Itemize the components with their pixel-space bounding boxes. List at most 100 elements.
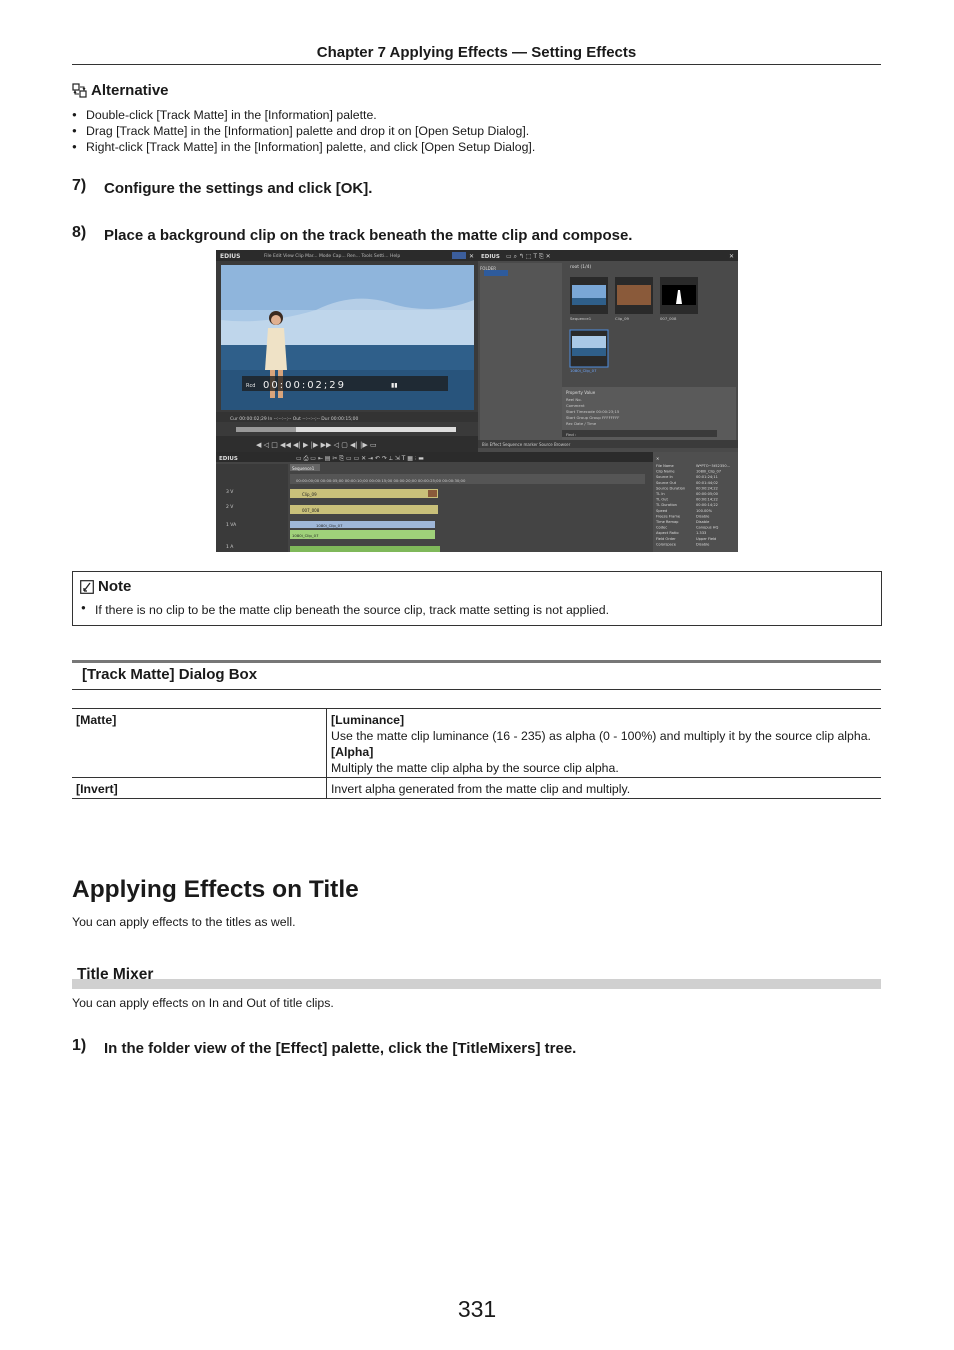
svg-text:Cur 00:00:02;29 In --:--:--;: Cur 00:00:02;29 In --:--:--;-- Out --:--… [230,416,358,422]
rec-label: Rcd [246,383,255,389]
info-property: TL Out [655,498,668,502]
alternative-list: Double-click [Track Matte] in the [Infor… [72,107,872,155]
svg-text:EDIUS: EDIUS [219,456,238,462]
info-value: 1080i_Clip_07 [696,470,721,474]
info-value: Disable [696,520,710,524]
info-value: 1.333 [696,531,706,535]
svg-text:✕: ✕ [729,253,734,260]
info-property: Aspect Ratio [656,531,679,535]
alternative-title: Alternative [91,82,169,99]
info-value: 00:00:14;22 [696,503,718,507]
svg-text:Start Group Group FFFFFFFF: Start Group Group FFFFFFFF [566,415,620,420]
info-property: Source In [656,475,673,479]
sequence-tab: Sequence1 [292,466,315,471]
step-text: In the folder view of the [Effect] palet… [104,1040,577,1057]
info-value: 00:00:05;00 [696,492,719,496]
palette-tabs: Bin Effect Sequence marker Source Browse… [482,442,571,447]
bin-title: root (1/4) [570,264,591,270]
info-property: Freeze Frame [656,514,681,518]
chapter-header: Chapter 7 Applying Effects — Setting Eff… [316,44,637,61]
svg-text:▭ ⎙ ▭ ⇤ ▤ ✂ ⎘ ▭ ▭ ✕ ⇥ ↶ ↷ ⟂ ⇲: ▭ ⎙ ▭ ⇤ ▤ ✂ ⎘ ▭ ▭ ✕ ⇥ ↶ ↷ ⟂ ⇲ T ▦ ⫶ ▬ [296,455,424,462]
note-icon [80,579,94,594]
info-property: TL In [655,492,665,496]
svg-text:1080i_Clip_07: 1080i_Clip_07 [292,533,319,538]
option-label: [Alpha] [331,745,374,759]
info-property: File Name [656,464,675,468]
svg-text:◀ ◁ □ ◀◀ ◀| ▶ |▶ ▶▶ ◁: ◀ ◁ □ ◀◀ ◀| ▶ |▶ ▶▶ ◁ ▢ ◀| |▶ ▭ [256,441,377,449]
info-value: 00:01:24;11 [696,475,718,479]
info-property: TL Duration [655,503,677,507]
info-property: Colorspace [656,542,677,546]
info-property: Clip Name [656,470,675,474]
svg-text:007_008: 007_008 [660,316,677,321]
svg-text:✕: ✕ [656,456,659,461]
step-number: 8) [72,224,87,241]
option-description: Use the matte clip luminance (16 - 235) … [331,729,871,743]
step-7: 7) Configure the settings and click [OK]… [72,177,881,198]
option-label: [Luminance] [331,713,405,727]
svg-text:✕: ✕ [469,253,474,260]
list-item: Double-click [Track Matte] in the [Infor… [72,107,872,123]
svg-text:3 V: 3 V [226,489,234,495]
info-property: Field Order [656,537,676,541]
svg-text:1080i_Clip_07: 1080i_Clip_07 [570,368,597,373]
table-value: Invert alpha generated from the matte cl… [326,777,881,799]
table-key: [Matte] [72,708,327,778]
list-item: Drag [Track Matte] in the [Information] … [72,123,872,139]
section-rule-top [72,660,881,663]
subheading-title: Title Mixer [77,966,154,983]
note-title: Note [98,578,132,595]
alternative-icon [72,83,87,98]
table-row: [Invert] Invert alpha generated from the… [72,777,881,799]
svg-text:Rec Date / Time: Rec Date / Time [566,421,597,426]
alternative-heading: Alternative [72,82,169,99]
note-text: If there is no clip to be the matte clip… [81,603,609,617]
svg-text:Sequence1: Sequence1 [570,316,592,321]
note-heading: Note [80,578,131,595]
info-property: Speed [656,509,667,513]
table-key: [Invert] [72,777,327,799]
step-number: 1) [72,1037,87,1054]
section-title: [Track Matte] Dialog Box [82,666,258,683]
svg-text:1080i_Clip_07: 1080i_Clip_07 [316,523,343,528]
info-property: Source Duration [656,486,685,490]
info-property: Codec [656,526,667,530]
svg-text:Comment: Comment [566,403,585,408]
svg-text:EDIUS: EDIUS [481,254,500,260]
info-property: Source Out [656,481,677,485]
info-value: Disable [696,542,710,546]
info-value: 00:01:44;02 [696,481,718,485]
edius-screenshot: EDIUS File Edit View Clip Mar... Mode Ca… [216,250,738,552]
option-description: Multiply the matte clip alpha by the sou… [331,761,619,775]
step-1: 1) In the folder view of the [Effect] pa… [72,1037,881,1058]
sub-intro-text: You can apply effects on In and Out of t… [72,996,334,1010]
intro-text: You can apply effects to the titles as w… [72,915,296,929]
svg-text:Property Value: Property Value [566,390,596,395]
svg-text:2 V: 2 V [226,504,234,510]
svg-text:▮▮: ▮▮ [391,382,398,389]
list-item: Right-click [Track Matte] in the [Inform… [72,139,872,155]
step-text: Place a background clip on the track ben… [104,227,633,244]
svg-text:1 A: 1 A [226,544,234,550]
step-8: 8) Place a background clip on the track … [72,224,881,245]
header-rule [72,64,881,65]
svg-text:00:00:00;00 00:00:05;00: 00:00:00;00 00:00:05;00 00:00:10;00 00:0… [296,478,466,483]
note-box: Note If there is no clip to be the matte… [72,571,882,626]
table-value: [Luminance] Use the matte clip luminance… [326,708,881,778]
svg-text:Reel No.: Reel No. [566,397,582,402]
table-row: [Matte] [Luminance] Use the matte clip l… [72,708,881,778]
svg-text:007_008: 007_008 [302,508,320,513]
step-text: Configure the settings and click [OK]. [104,180,373,197]
svg-text:1 VA: 1 VA [226,522,237,528]
option-description: Invert alpha generated from the matte cl… [331,782,631,796]
svg-text:Find :: Find : [566,432,576,437]
info-value: Canopus HQ [696,526,718,530]
timecode-display: 00:00:02;29 [263,380,346,391]
page-number: 331 [457,1296,497,1322]
svg-text:Clip_09: Clip_09 [302,492,317,497]
menu-bar: File Edit View Clip Mar... Mode Cap... R… [264,253,400,259]
subheading-bar [72,979,881,989]
svg-text:▭ ⌕ ↰ ⬚ T ⎘ ✕: ▭ ⌕ ↰ ⬚ T ⎘ ✕ [506,253,551,260]
info-value: 100.00% [696,509,713,513]
info-value: 00:00:24;22 [696,486,718,490]
